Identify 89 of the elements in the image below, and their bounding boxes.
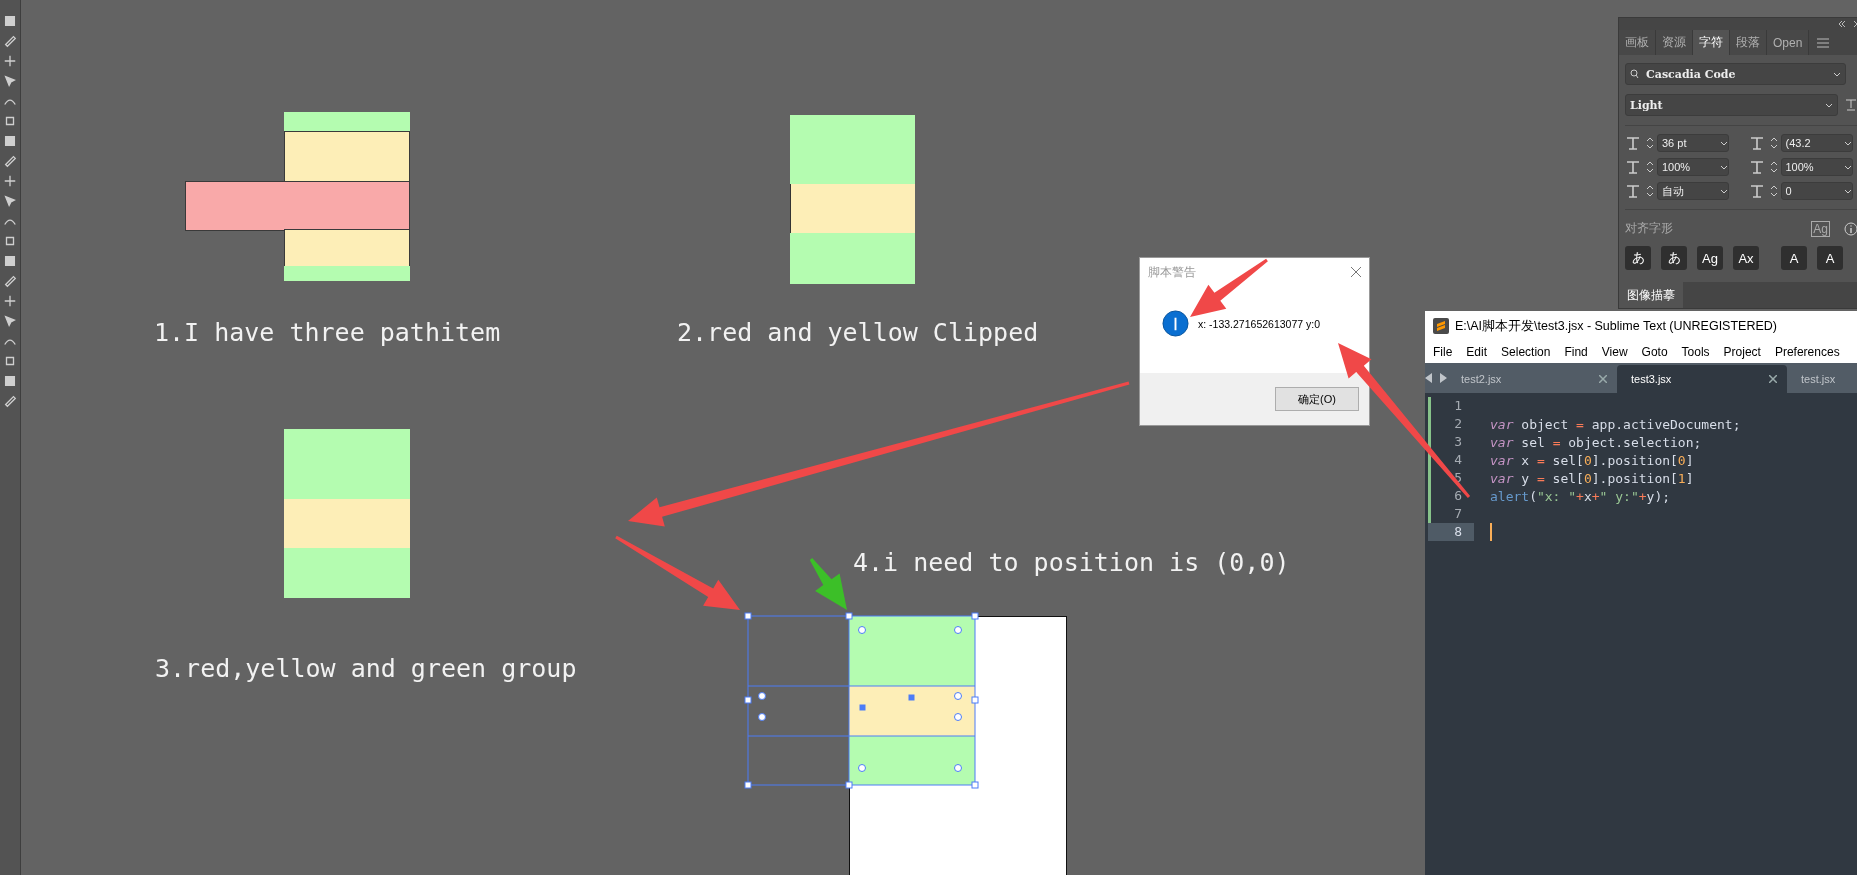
tool-icon[interactable] (3, 154, 17, 168)
annotation-text: 3.red,yellow and green group (155, 654, 577, 683)
spinner-icon (1769, 136, 1778, 151)
tool-icon[interactable] (3, 54, 17, 68)
collapse-icon (1838, 20, 1846, 27)
menu-item[interactable]: Edit (1466, 345, 1488, 359)
tool-icon[interactable] (3, 114, 17, 128)
section-title: 对齐字形 (1625, 220, 1673, 238)
dialog-title: 脚本警告 (1148, 263, 1196, 281)
caret-icon (1843, 188, 1852, 194)
glyph-button[interactable]: A (1817, 246, 1843, 271)
annotation-text: 2.red and yellow Clipped (677, 318, 1039, 347)
line-number: 2 (1428, 415, 1474, 433)
file-tab[interactable]: test3.jsx (1617, 365, 1787, 393)
tool-icon[interactable] (3, 134, 17, 148)
value-field[interactable]: 100% (1657, 158, 1729, 177)
spinner-icon (1769, 160, 1778, 175)
menu-item[interactable]: Find (1564, 345, 1588, 359)
font-style-dropdown[interactable]: Light (1625, 94, 1838, 117)
code-line: var x = sel[0].position[0] (1490, 452, 1694, 468)
spinner-icon (1646, 184, 1654, 199)
menu-item[interactable]: Preferences (1774, 345, 1840, 359)
glyph-button[interactable]: Ag (1697, 246, 1723, 271)
glyph-button[interactable]: あ (1625, 246, 1651, 271)
font-family-dropdown[interactable]: Cascadia Code (1625, 63, 1846, 86)
caret-icon (1825, 102, 1833, 108)
menu-item[interactable]: Goto (1641, 345, 1668, 359)
menu-item[interactable]: Selection (1501, 345, 1551, 359)
menu-item[interactable]: Tools (1681, 345, 1710, 359)
alert-message: x: -133.271652613077 y:0 (1198, 317, 1321, 330)
tool-icon[interactable] (3, 294, 17, 308)
selection-frame[interactable] (744, 612, 979, 789)
tool-icon[interactable] (3, 234, 17, 248)
tab-nav-icon[interactable] (1425, 373, 1447, 383)
close-icon[interactable] (1599, 375, 1607, 383)
tool-icon[interactable] (3, 354, 17, 368)
glyph-button[interactable]: あ (1661, 246, 1687, 271)
code-line: var sel = object.selection; (1490, 434, 1702, 450)
text-cursor (1490, 523, 1492, 541)
spinner-icon (1769, 184, 1778, 199)
glyph-button[interactable]: Ax (1733, 246, 1759, 271)
tool-icon[interactable] (3, 74, 17, 88)
window-title: E:\AI脚本开发\test3.jsx - Sublime Text (UNREGISTERED) (1455, 317, 1777, 335)
line-number: 1 (1428, 397, 1474, 415)
tool-icon[interactable] (3, 394, 17, 408)
panel-tab[interactable]: 字符 (1693, 29, 1730, 56)
value-field[interactable]: 0 (1780, 182, 1853, 201)
annotation-text: 1.I have three pathitem (154, 318, 501, 347)
panel-tab[interactable]: 图像描摹 (1619, 282, 1683, 308)
info-icon (1162, 310, 1189, 337)
tool-icon[interactable] (3, 34, 17, 48)
code-line: var y = sel[0].position[1] (1490, 470, 1694, 486)
value-field[interactable]: 100% (1780, 158, 1853, 177)
value-field[interactable]: 36 pt (1657, 134, 1729, 153)
code-line: var object = app.activeDocument; (1490, 416, 1741, 432)
caret-icon (1833, 71, 1841, 77)
tool-icon[interactable] (3, 14, 17, 28)
menu-icon (1817, 37, 1830, 48)
close-icon[interactable] (1769, 375, 1777, 383)
code-line: alert("x: "+x+" y:"+y); (1490, 488, 1671, 504)
caret-icon (1720, 140, 1728, 146)
caret-icon (1720, 188, 1728, 194)
annotation-text: 4.i need to position is (0,0) (853, 548, 1290, 577)
caret-icon (1720, 164, 1728, 170)
spinner-icon (1646, 160, 1654, 175)
tool-icon[interactable] (3, 194, 17, 208)
caret-icon (1843, 140, 1852, 146)
menu-item[interactable]: View (1601, 345, 1628, 359)
tool-icon[interactable] (3, 174, 17, 188)
menu-item[interactable]: File (1433, 345, 1453, 359)
tool-icon[interactable] (3, 374, 17, 388)
value-field[interactable]: 自动 (1657, 182, 1729, 201)
glyph-button[interactable]: A (1781, 246, 1807, 271)
tool-icon[interactable] (3, 314, 17, 328)
type-options-icon (1844, 98, 1857, 113)
close-icon[interactable] (1351, 267, 1361, 277)
menu-item[interactable]: Project (1723, 345, 1761, 359)
ok-button[interactable]: 确定(O) (1275, 387, 1359, 411)
caret-icon (1843, 164, 1852, 170)
file-tab[interactable]: test.jsx (1787, 365, 1857, 393)
app-icon (1433, 318, 1449, 334)
tool-icon[interactable] (3, 254, 17, 268)
spinner-icon (1646, 136, 1654, 151)
value-field[interactable]: (43.2 (1780, 134, 1853, 153)
arrow (809, 558, 847, 610)
tool-icon[interactable] (3, 274, 17, 288)
line-number: 8 (1428, 523, 1474, 541)
file-tab[interactable]: test2.jsx (1447, 365, 1617, 393)
info-icon (1844, 221, 1857, 236)
